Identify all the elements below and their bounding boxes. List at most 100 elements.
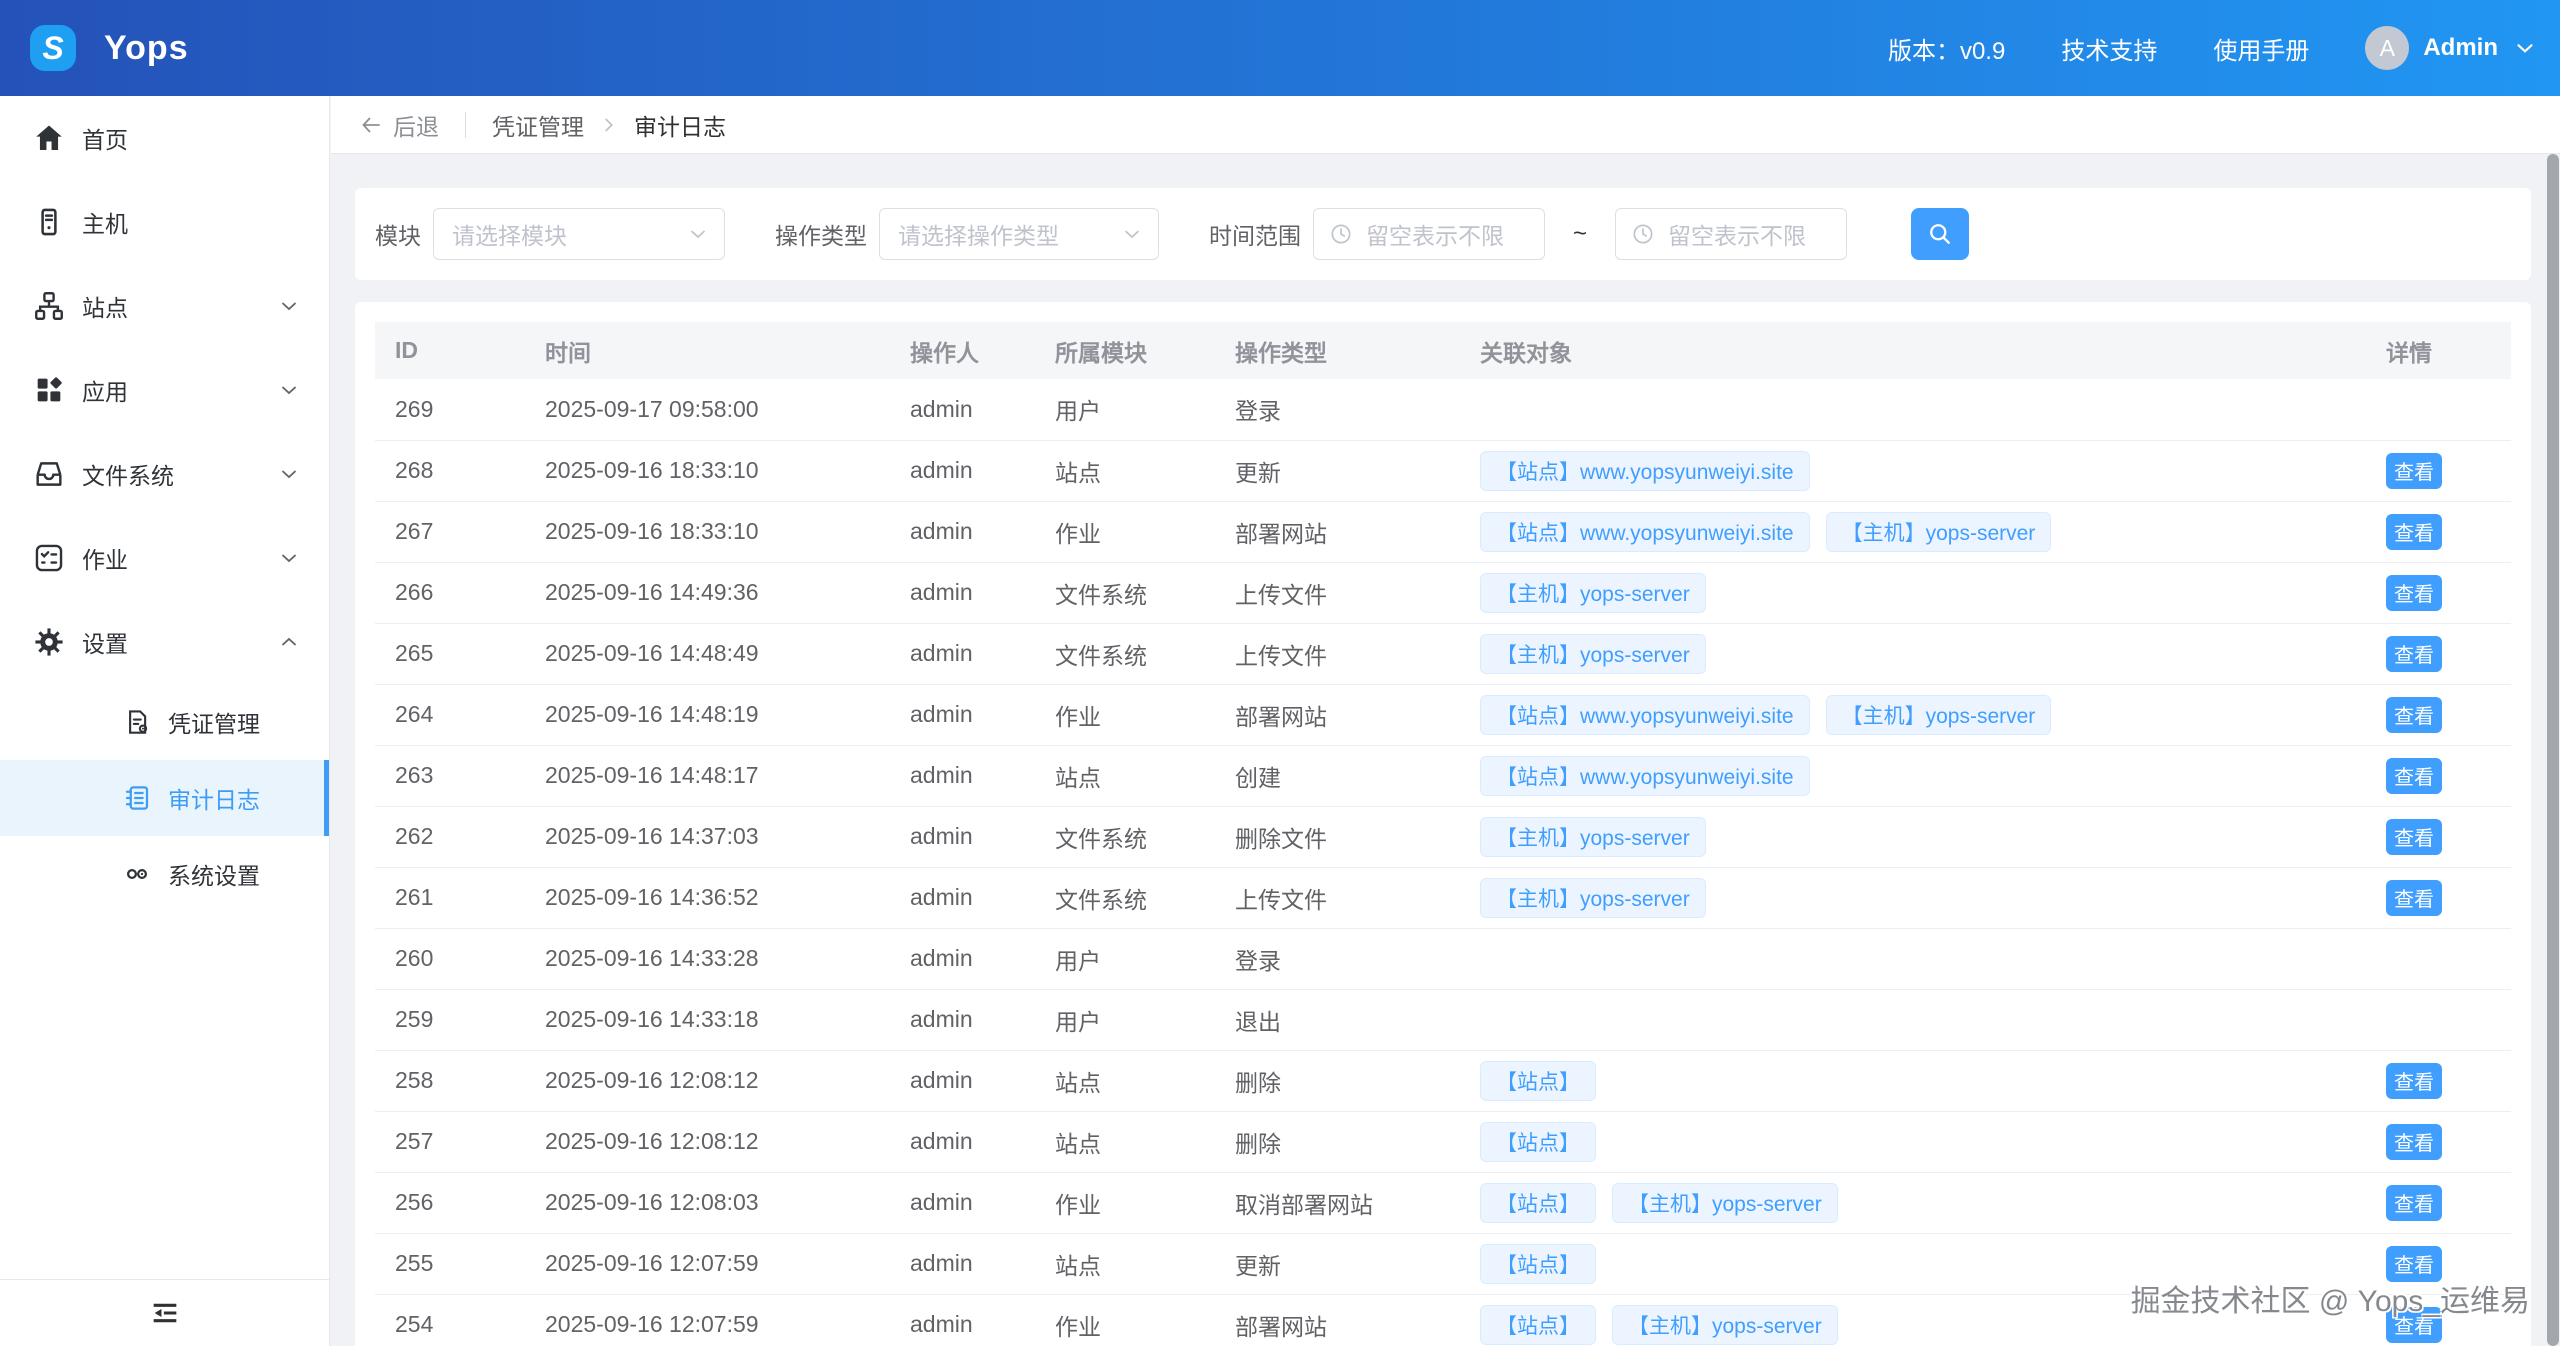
cell-operator: admin (890, 806, 1035, 867)
table-row: 266 2025-09-16 14:49:36 admin 文件系统 上传文件 … (375, 562, 2511, 623)
optype-select[interactable]: 请选择操作类型 (879, 208, 1159, 260)
breadcrumb-parent[interactable]: 凭证管理 (492, 108, 584, 142)
sidebar-item-hosts[interactable]: 主机 (0, 180, 329, 264)
relation-tag: 【站点】 (1480, 1183, 1596, 1223)
relation-tag: 【主机】yops-server (1480, 878, 1706, 918)
relation-tag: 【站点】 (1480, 1122, 1596, 1162)
cell-optype: 创建 (1215, 745, 1460, 806)
cell-id: 263 (375, 745, 525, 806)
cell-detail (2380, 989, 2511, 1050)
sidebar: 首页 主机 站点 应用 (0, 96, 330, 1346)
cell-detail: 查看 (2380, 867, 2511, 928)
cell-optype: 上传文件 (1215, 623, 1460, 684)
cell-id: 260 (375, 928, 525, 989)
cell-optype: 删除 (1215, 1050, 1460, 1111)
time-end-input[interactable]: 留空表示不限 (1615, 208, 1847, 260)
cell-module: 站点 (1035, 440, 1215, 501)
cell-detail: 查看 (2380, 501, 2511, 562)
sidebar-item-home[interactable]: 首页 (0, 96, 329, 180)
cell-module: 用户 (1035, 379, 1215, 440)
system-settings-icon (122, 859, 152, 889)
cell-id: 269 (375, 379, 525, 440)
view-detail-button[interactable]: 查看 (2386, 697, 2442, 733)
app-root: S Yops 版本：v0.9 技术支持 使用手册 A Admin 首页 (0, 0, 2560, 1346)
sidebar-item-credentials[interactable]: 凭证管理 (0, 684, 329, 760)
cell-module: 文件系统 (1035, 806, 1215, 867)
cell-time: 2025-09-16 14:49:36 (525, 562, 890, 623)
cell-time: 2025-09-16 14:48:17 (525, 745, 890, 806)
support-link[interactable]: 技术支持 (2061, 31, 2157, 66)
header-right: 版本：v0.9 技术支持 使用手册 A Admin (1888, 26, 2538, 70)
view-detail-button[interactable]: 查看 (2386, 880, 2442, 916)
cell-time: 2025-09-16 12:08:12 (525, 1111, 890, 1172)
relation-tag: 【站点】 (1480, 1305, 1596, 1345)
cell-module: 站点 (1035, 1111, 1215, 1172)
sidebar-item-audit-log[interactable]: 审计日志 (0, 760, 329, 836)
cell-time: 2025-09-16 18:33:10 (525, 501, 890, 562)
cell-operator: admin (890, 379, 1035, 440)
view-detail-button[interactable]: 查看 (2386, 1063, 2442, 1099)
sidebar-item-system-settings[interactable]: 系统设置 (0, 836, 329, 912)
cell-operator: admin (890, 1050, 1035, 1111)
main-content: 模块 请选择模块 操作类型 请选择操作类型 时间范围 留空表示不限 (331, 154, 2560, 1346)
time-start-input[interactable]: 留空表示不限 (1313, 208, 1545, 260)
view-detail-button[interactable]: 查看 (2386, 636, 2442, 672)
cell-module: 作业 (1035, 1294, 1215, 1346)
cell-detail: 查看 (2380, 623, 2511, 684)
col-id: ID (375, 322, 525, 379)
cell-module: 文件系统 (1035, 867, 1215, 928)
gear-icon (32, 625, 66, 659)
relation-tag: 【站点】 (1480, 1061, 1596, 1101)
relation-tag: 【主机】yops-server (1612, 1305, 1838, 1345)
user-menu[interactable]: A Admin (2365, 26, 2538, 70)
optype-label: 操作类型 (775, 217, 867, 251)
menu-fold-icon[interactable] (148, 1296, 182, 1330)
cell-module: 作业 (1035, 1172, 1215, 1233)
sidebar-item-jobs[interactable]: 作业 (0, 516, 329, 600)
cell-time: 2025-09-16 12:08:12 (525, 1050, 890, 1111)
scrollbar-thumb[interactable] (2547, 154, 2559, 1346)
sidebar-item-settings[interactable]: 设置 (0, 600, 329, 684)
sidebar-item-sites[interactable]: 站点 (0, 264, 329, 348)
cell-operator: admin (890, 745, 1035, 806)
cell-detail: 查看 (2380, 806, 2511, 867)
view-detail-button[interactable]: 查看 (2386, 758, 2442, 794)
view-detail-button[interactable]: 查看 (2386, 1124, 2442, 1160)
manual-link[interactable]: 使用手册 (2213, 31, 2309, 66)
search-icon (1926, 220, 1954, 248)
view-detail-button[interactable]: 查看 (2386, 575, 2442, 611)
col-detail: 详情 (2380, 322, 2511, 379)
table-row: 258 2025-09-16 12:08:12 admin 站点 删除 【站点】… (375, 1050, 2511, 1111)
cell-optype: 上传文件 (1215, 562, 1460, 623)
view-detail-button[interactable]: 查看 (2386, 819, 2442, 855)
cell-id: 254 (375, 1294, 525, 1346)
cell-detail: 查看 (2380, 745, 2511, 806)
view-detail-button[interactable]: 查看 (2386, 453, 2442, 489)
cell-module: 作业 (1035, 684, 1215, 745)
cell-relations: 【主机】yops-server (1460, 562, 2380, 623)
server-icon (32, 205, 66, 239)
back-button[interactable]: 后退 (359, 108, 439, 142)
module-select[interactable]: 请选择模块 (433, 208, 725, 260)
relation-tag: 【主机】yops-server (1480, 817, 1706, 857)
cell-operator: admin (890, 989, 1035, 1050)
cell-optype: 更新 (1215, 440, 1460, 501)
breadcrumb-bar: 后退 凭证管理 审计日志 (331, 96, 2560, 154)
divider (465, 112, 466, 138)
audit-log-icon (122, 783, 152, 813)
sidebar-item-apps[interactable]: 应用 (0, 348, 329, 432)
table-row: 265 2025-09-16 14:48:49 admin 文件系统 上传文件 … (375, 623, 2511, 684)
cell-detail: 查看 (2380, 1111, 2511, 1172)
cell-id: 261 (375, 867, 525, 928)
sidebar-item-filesystem[interactable]: 文件系统 (0, 432, 329, 516)
cell-id: 258 (375, 1050, 525, 1111)
cell-relations: 【站点】www.yopsyunweiyi.site【主机】yops-server (1460, 684, 2380, 745)
chevron-down-icon (1120, 222, 1144, 246)
cell-module: 文件系统 (1035, 623, 1215, 684)
view-detail-button[interactable]: 查看 (2386, 514, 2442, 550)
cell-operator: admin (890, 1233, 1035, 1294)
cell-detail (2380, 928, 2511, 989)
search-button[interactable] (1911, 208, 1969, 260)
cell-id: 267 (375, 501, 525, 562)
view-detail-button[interactable]: 查看 (2386, 1185, 2442, 1221)
